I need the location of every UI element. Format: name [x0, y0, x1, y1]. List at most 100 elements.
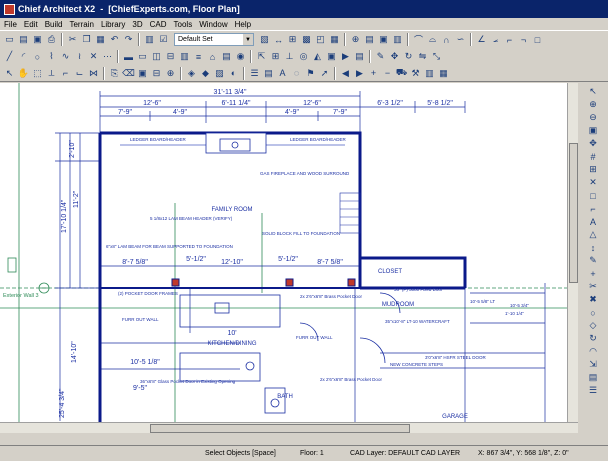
curve-tool-icon[interactable]: ∿	[59, 50, 72, 63]
right-zoom-out-icon[interactable]: ⊖	[586, 111, 600, 124]
callout-icon[interactable]: ◌	[290, 67, 303, 80]
elevation-icon[interactable]: ▤	[353, 50, 366, 63]
connect-icon[interactable]: ⋯	[101, 50, 114, 63]
room-icon[interactable]: ▭	[136, 50, 149, 63]
circle-icon[interactable]: ○	[31, 50, 44, 63]
drawing-canvas[interactable]: 31'-11 3/4" 12'-6" 6'-11 1/4" 12'-6" 6'-…	[0, 83, 567, 422]
line-icon[interactable]: ╱	[3, 50, 16, 63]
menu-terrain[interactable]: Terrain	[69, 20, 93, 29]
menu-file[interactable]: File	[4, 20, 17, 29]
copy-icon[interactable]: ❐	[80, 33, 93, 46]
spline-icon[interactable]: ∽	[454, 33, 467, 46]
arc-tool-icon[interactable]: ◜	[17, 50, 30, 63]
resize-icon[interactable]: ⤡	[430, 50, 443, 63]
center-icon[interactable]: ⊕	[164, 67, 177, 80]
close-x-icon[interactable]: ✕	[87, 50, 100, 63]
horizontal-scroll-thumb[interactable]	[150, 424, 410, 433]
menu-3d[interactable]: 3D	[132, 20, 142, 29]
marker-icon[interactable]: ⚑	[304, 67, 317, 80]
color-icon[interactable]: ◐	[227, 67, 240, 80]
plan-view-icon[interactable]: ⊞	[286, 33, 299, 46]
right-plus-icon[interactable]: +	[586, 267, 600, 280]
texture-icon[interactable]: ▨	[213, 67, 226, 80]
menu-library[interactable]: Library	[101, 20, 125, 29]
edit-icon[interactable]: ✎	[374, 50, 387, 63]
window-tool-icon[interactable]: ⊟	[164, 50, 177, 63]
table-icon[interactable]: ▤	[363, 33, 376, 46]
grid-icon[interactable]: ▦	[328, 33, 341, 46]
box-icon[interactable]: □	[531, 33, 544, 46]
stairs-icon[interactable]: ≡	[192, 50, 205, 63]
view-icon[interactable]: ▣	[325, 50, 338, 63]
plus-icon[interactable]: +	[367, 67, 380, 80]
curve-icon[interactable]: ∩	[440, 33, 453, 46]
right-rotate-icon[interactable]: ↻	[586, 332, 600, 345]
corner-icon[interactable]: ⌐	[503, 33, 516, 46]
right-text-icon[interactable]: A	[586, 215, 600, 228]
angle2-icon[interactable]: ⦟	[489, 33, 502, 46]
layer-set-select[interactable]: Default Set ▼	[174, 33, 254, 46]
arc2-icon[interactable]: ⌓	[426, 33, 439, 46]
library-icon[interactable]: ▥	[391, 33, 404, 46]
right-pan-icon[interactable]: ✥	[586, 137, 600, 150]
hand-icon[interactable]: ✋	[17, 67, 30, 80]
menu-build[interactable]: Build	[45, 20, 63, 29]
right-move-icon[interactable]: ⇲	[586, 358, 600, 371]
zoom-icon[interactable]: ⊕	[349, 33, 362, 46]
paint-icon[interactable]: ◆	[199, 67, 212, 80]
menu-help[interactable]: Help	[235, 20, 251, 29]
arc-icon[interactable]: ⌒	[412, 33, 425, 46]
paste-icon[interactable]: ▦	[94, 33, 107, 46]
join-icon[interactable]: ⋈	[87, 67, 100, 80]
corner2-icon[interactable]: ¬	[517, 33, 530, 46]
bulb-icon[interactable]: ◎	[297, 50, 310, 63]
right-delete-icon[interactable]: ✖	[586, 293, 600, 306]
vertical-scroll-thumb[interactable]	[569, 143, 578, 283]
menu-window[interactable]: Window	[199, 20, 227, 29]
undo-icon[interactable]: ↶	[108, 33, 121, 46]
cut-icon[interactable]: ✂	[66, 33, 79, 46]
fillet-icon[interactable]: ⌐	[59, 67, 72, 80]
roof-icon[interactable]: ⌂	[206, 50, 219, 63]
polyline-icon[interactable]: ⌇	[45, 50, 58, 63]
library-browser-icon[interactable]: ▦	[437, 67, 450, 80]
angle-icon[interactable]: ∠	[475, 33, 488, 46]
truck-icon[interactable]: ⛟	[395, 67, 408, 80]
tools-icon[interactable]: ⚒	[409, 67, 422, 80]
right-list-icon[interactable]: ☰	[586, 384, 600, 397]
camera-icon[interactable]: ◉	[234, 50, 247, 63]
new-file-icon[interactable]: ▭	[3, 33, 16, 46]
delete-icon[interactable]: ⌫	[122, 67, 135, 80]
menu-edit[interactable]: Edit	[24, 20, 38, 29]
next-icon[interactable]: ▶	[353, 67, 366, 80]
right-dim-icon[interactable]: ↕	[586, 241, 600, 254]
rotate-icon[interactable]: ↻	[402, 50, 415, 63]
framing-icon[interactable]: ▤	[220, 50, 233, 63]
menu-tools[interactable]: Tools	[174, 20, 193, 29]
list-icon[interactable]: ☰	[248, 67, 261, 80]
right-diamond-icon[interactable]: ◇	[586, 319, 600, 332]
print-icon[interactable]: ⎙	[45, 33, 58, 46]
move-icon[interactable]: ✥	[388, 50, 401, 63]
minus-icon[interactable]: −	[381, 67, 394, 80]
material-icon[interactable]: ◈	[185, 67, 198, 80]
arrow-icon[interactable]: ➚	[318, 67, 331, 80]
right-circle-icon[interactable]: ○	[586, 306, 600, 319]
right-snap-icon[interactable]: ⊞	[586, 163, 600, 176]
break-icon[interactable]: ⟂	[45, 67, 58, 80]
right-cut-icon[interactable]: ✂	[586, 280, 600, 293]
open-folder-icon[interactable]: ▤	[17, 33, 30, 46]
layer-icon[interactable]: ▥	[143, 33, 156, 46]
video-icon[interactable]: ▶	[339, 50, 352, 63]
right-arc-icon[interactable]: ◠	[586, 345, 600, 358]
right-triangle-icon[interactable]: △	[586, 228, 600, 241]
horizontal-scrollbar[interactable]	[0, 422, 578, 433]
layer-display-icon[interactable]: ▧	[258, 33, 271, 46]
wall-icon[interactable]: ▬	[122, 50, 135, 63]
door-icon[interactable]: ◫	[150, 50, 163, 63]
select-icon[interactable]: ⇱	[255, 50, 268, 63]
fill-icon[interactable]: ▩	[300, 33, 313, 46]
right-corner-icon[interactable]: ⌐	[586, 202, 600, 215]
ortho-icon[interactable]: ⊥	[283, 50, 296, 63]
reshape-icon[interactable]: ⬚	[31, 67, 44, 80]
